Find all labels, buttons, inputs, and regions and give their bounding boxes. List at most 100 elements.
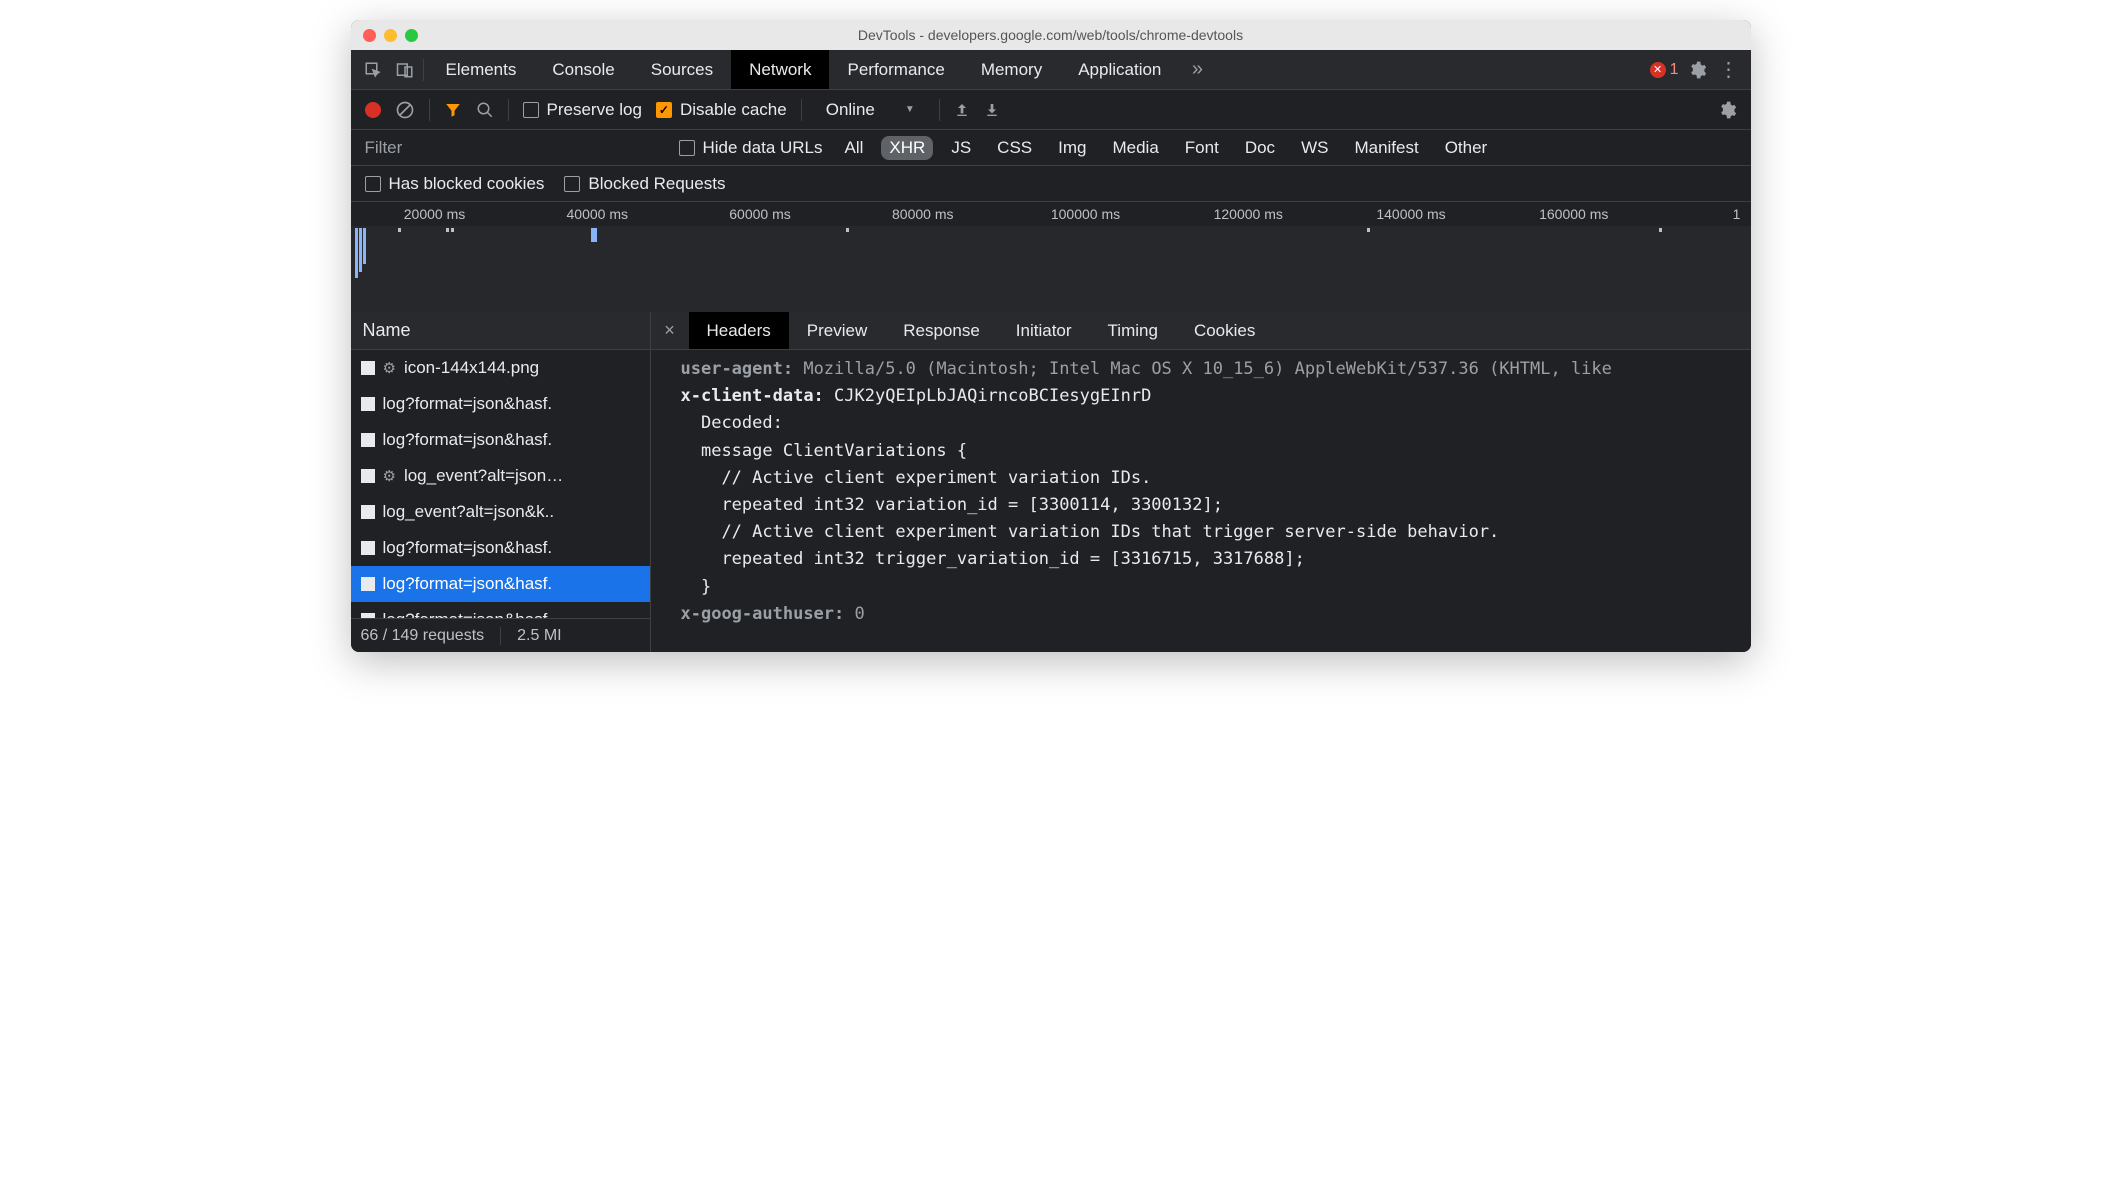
close-detail-icon[interactable]: ×	[651, 320, 689, 341]
tab-console[interactable]: Console	[534, 50, 632, 89]
throttling-select[interactable]: Online ▼	[816, 100, 925, 120]
filter-type-xhr[interactable]: XHR	[881, 136, 933, 160]
filter-toggle-icon[interactable]	[444, 101, 462, 119]
detail-tab-initiator[interactable]: Initiator	[998, 312, 1090, 349]
tab-memory[interactable]: Memory	[963, 50, 1060, 89]
request-row[interactable]: log?format=json&hasf.	[351, 386, 650, 422]
network-settings-icon[interactable]	[1717, 100, 1737, 120]
search-icon[interactable]	[476, 101, 494, 119]
inspect-element-icon[interactable]	[359, 56, 387, 84]
detail-tab-preview[interactable]: Preview	[789, 312, 885, 349]
request-footer: 66 / 149 requests 2.5 MI	[351, 618, 650, 652]
file-icon	[361, 361, 375, 375]
filter-type-all[interactable]: All	[837, 136, 872, 160]
request-detail-panel: × HeadersPreviewResponseInitiatorTimingC…	[651, 312, 1751, 652]
header-line: }	[681, 574, 1731, 601]
tab-network[interactable]: Network	[731, 50, 829, 89]
file-icon	[361, 397, 375, 411]
detail-tab-cookies[interactable]: Cookies	[1176, 312, 1273, 349]
timeline-tick: 80000 ms	[892, 206, 953, 222]
disable-cache-checkbox[interactable]: ✓ Disable cache	[656, 100, 787, 120]
detail-tab-headers[interactable]: Headers	[689, 312, 789, 349]
filter-type-js[interactable]: JS	[943, 136, 979, 160]
filter-type-font[interactable]: Font	[1177, 136, 1227, 160]
devtools-window: DevTools - developers.google.com/web/too…	[351, 20, 1751, 652]
caret-down-icon: ▼	[905, 104, 915, 115]
request-list-panel: Name ⚙icon-144x144.pnglog?format=json&ha…	[351, 312, 651, 652]
filter-type-manifest[interactable]: Manifest	[1346, 136, 1426, 160]
blocked-requests-checkbox[interactable]: Blocked Requests	[564, 174, 725, 194]
zoom-window-button[interactable]	[405, 29, 418, 42]
gear-icon: ⚙	[383, 467, 396, 485]
error-count-value: 1	[1670, 61, 1679, 79]
request-row[interactable]: log?format=json&hasf.	[351, 566, 650, 602]
network-toolbar: Preserve log ✓ Disable cache Online ▼	[351, 90, 1751, 130]
request-name: log_event?alt=json&k..	[383, 502, 555, 522]
request-list-header[interactable]: Name	[351, 312, 650, 350]
timeline-tick: 40000 ms	[567, 206, 628, 222]
minimize-window-button[interactable]	[384, 29, 397, 42]
header-line: Decoded:	[681, 410, 1731, 437]
checkbox-icon	[679, 140, 695, 156]
tab-elements[interactable]: Elements	[428, 50, 535, 89]
request-name: log?format=json&hasf.	[383, 610, 553, 618]
filter-bar: Filter Hide data URLs All XHR JS CSS Img Medi…	[351, 130, 1751, 166]
filter-type-other[interactable]: Other	[1437, 136, 1496, 160]
timeline-tick: 100000 ms	[1051, 206, 1120, 222]
upload-har-icon[interactable]	[954, 102, 970, 118]
request-row[interactable]: log?format=json&hasf.	[351, 602, 650, 618]
detail-tab-response[interactable]: Response	[885, 312, 998, 349]
request-name: icon-144x144.png	[404, 358, 539, 378]
request-row[interactable]: ⚙icon-144x144.png	[351, 350, 650, 386]
filter-bar-2: Has blocked cookies Blocked Requests	[351, 166, 1751, 202]
filter-type-doc[interactable]: Doc	[1237, 136, 1283, 160]
filter-input[interactable]: Filter	[365, 138, 665, 158]
record-button[interactable]	[365, 102, 381, 118]
timeline-tick: 140000 ms	[1376, 206, 1445, 222]
header-line: repeated int32 variation_id = [3300114, …	[681, 492, 1731, 519]
kebab-menu-icon[interactable]: ⋮	[1715, 56, 1743, 84]
error-icon: ✕	[1650, 62, 1666, 78]
request-row[interactable]: log?format=json&hasf.	[351, 530, 650, 566]
filter-type-media[interactable]: Media	[1104, 136, 1166, 160]
request-row[interactable]: ⚙ log_event?alt=json…	[351, 458, 650, 494]
settings-icon[interactable]	[1683, 56, 1711, 84]
request-name: log?format=json&hasf.	[383, 574, 553, 594]
timeline-body	[351, 226, 1751, 312]
request-count: 66 / 149 requests	[361, 627, 485, 645]
tab-sources[interactable]: Sources	[633, 50, 731, 89]
panel-tabs: ElementsConsoleSourcesNetworkPerformance…	[351, 50, 1751, 90]
tab-application[interactable]: Application	[1060, 50, 1179, 89]
timeline[interactable]: 20000 ms40000 ms60000 ms80000 ms100000 m…	[351, 202, 1751, 312]
checkbox-icon	[564, 176, 580, 192]
timeline-tick: 60000 ms	[729, 206, 790, 222]
request-name: log?format=json&hasf.	[383, 394, 553, 414]
hide-data-urls-checkbox[interactable]: Hide data URLs	[679, 138, 823, 158]
error-count[interactable]: ✕ 1	[1650, 61, 1679, 79]
filter-type-ws[interactable]: WS	[1293, 136, 1336, 160]
header-line: x-goog-authuser: 0	[681, 601, 1731, 628]
device-toolbar-icon[interactable]	[391, 56, 419, 84]
tab-performance[interactable]: Performance	[829, 50, 962, 89]
has-blocked-cookies-checkbox[interactable]: Has blocked cookies	[365, 174, 545, 194]
close-window-button[interactable]	[363, 29, 376, 42]
more-panels-icon[interactable]: »	[1183, 56, 1211, 84]
clear-button[interactable]	[395, 100, 415, 120]
checkbox-checked-icon: ✓	[656, 102, 672, 118]
header-line: // Active client experiment variation ID…	[681, 519, 1731, 546]
request-name: log_event?alt=json…	[404, 466, 563, 486]
request-name: log?format=json&hasf.	[383, 538, 553, 558]
request-row[interactable]: log?format=json&hasf.	[351, 422, 650, 458]
download-har-icon[interactable]	[984, 102, 1000, 118]
filter-type-css[interactable]: CSS	[989, 136, 1040, 160]
titlebar: DevTools - developers.google.com/web/too…	[351, 20, 1751, 50]
detail-tab-timing[interactable]: Timing	[1090, 312, 1176, 349]
headers-content[interactable]: user-agent: Mozilla/5.0 (Macintosh; Inte…	[651, 350, 1751, 652]
request-row[interactable]: log_event?alt=json&k..	[351, 494, 650, 530]
preserve-log-checkbox[interactable]: Preserve log	[523, 100, 642, 120]
checkbox-icon	[523, 102, 539, 118]
filter-type-img[interactable]: Img	[1050, 136, 1094, 160]
header-line: user-agent: Mozilla/5.0 (Macintosh; Inte…	[681, 356, 1731, 383]
timeline-tick: 120000 ms	[1214, 206, 1283, 222]
file-icon	[361, 541, 375, 555]
